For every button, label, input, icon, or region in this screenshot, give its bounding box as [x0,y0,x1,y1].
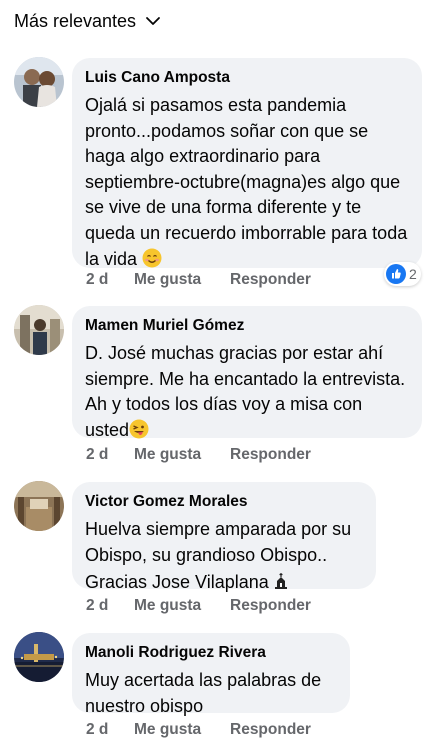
comment-actions: 2 d Me gusta Responder [86,271,311,289]
comment-bubble: Luis Cano Amposta Ojalá si pasamos esta … [72,58,422,269]
avatar[interactable] [14,632,64,682]
reply-button[interactable]: Responder [230,721,311,739]
comment-text: D. José muchas gracias por estar ahí sie… [85,341,408,443]
comment-bubble: Manoli Rodriguez Rivera Muy acertada las… [72,633,350,716]
comment-text-body: Gracias Jose Vilaplana [85,572,269,593]
comment-text: Ojalá si pasamos esta pandemia pronto...… [85,93,408,272]
winking-tongue-emoji [129,419,149,439]
comment-author[interactable]: Luis Cano Amposta [85,68,408,88]
avatar[interactable] [14,481,64,531]
comment-text-body: Muy acertada las palabras de nuestro obi… [85,670,327,716]
comment-author[interactable]: Victor Gomez Morales [85,492,362,512]
comment-text-body: Huelva siempre amparada por su Obispo, s… [85,519,357,565]
comment-bubble: Mamen Muriel Gómez D. José muchas gracia… [72,306,422,440]
like-button[interactable]: Me gusta [134,597,230,615]
reply-button[interactable]: Responder [230,271,311,289]
comment-actions: 2 d Me gusta Responder [86,597,311,615]
reaction-summary[interactable]: 2 [384,262,421,286]
comment-text: Huelva siempre amparada por su Obispo, s… [85,517,362,568]
comment-timestamp[interactable]: 2 d [86,597,134,615]
sort-dropdown[interactable]: Más relevantes [14,8,162,34]
comment-timestamp[interactable]: 2 d [86,721,134,739]
comment-text-body: Ojalá si pasamos esta pandemia pronto...… [85,95,413,269]
comment-text: Muy acertada las palabras de nuestro obi… [85,668,336,719]
like-button[interactable]: Me gusta [134,271,230,289]
comment-actions: 2 d Me gusta Responder [86,446,311,464]
avatar[interactable] [14,305,64,355]
reply-button[interactable]: Responder [230,597,311,615]
comment-author[interactable]: Manoli Rodriguez Rivera [85,643,336,663]
reply-button[interactable]: Responder [230,446,311,464]
like-reaction-icon [386,264,406,284]
chevron-down-icon [146,17,160,25]
comment-bubble: Victor Gomez Morales Huelva siempre ampa… [72,482,376,592]
comment-timestamp[interactable]: 2 d [86,271,134,289]
church-icon [274,573,287,590]
like-button[interactable]: Me gusta [134,721,230,739]
like-button[interactable]: Me gusta [134,446,230,464]
comment-text-line: Gracias Jose Vilaplana [85,570,362,596]
reaction-count: 2 [409,266,417,282]
avatar[interactable] [14,57,64,107]
smiling-face-emoji [142,248,162,268]
sort-label: Más relevantes [14,10,137,31]
comment-actions: 2 d Me gusta Responder [86,721,311,739]
comment-timestamp[interactable]: 2 d [86,446,134,464]
comment-author[interactable]: Mamen Muriel Gómez [85,316,408,336]
